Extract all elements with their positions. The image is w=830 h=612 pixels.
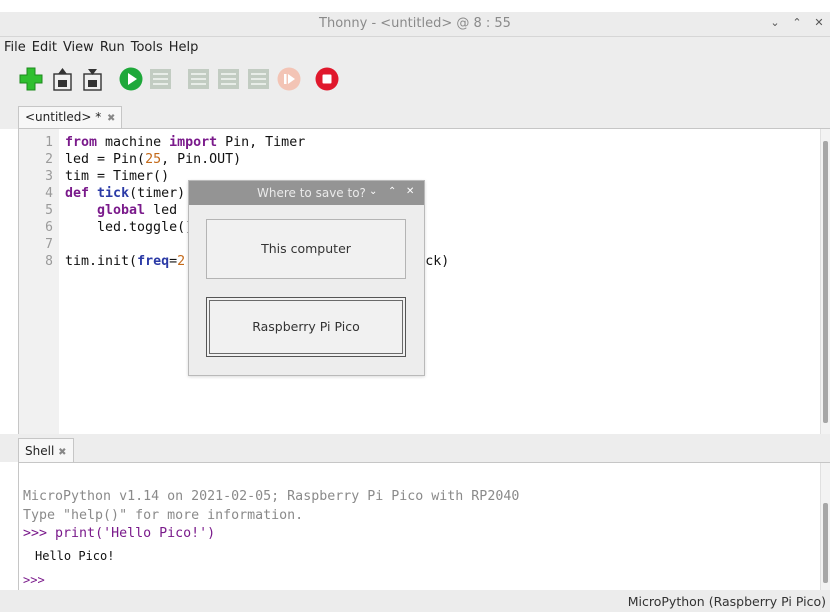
- debug-icon[interactable]: [148, 66, 174, 92]
- step-over-icon[interactable]: [186, 66, 212, 92]
- line-number: 4: [45, 186, 53, 201]
- stop-icon[interactable]: [314, 66, 340, 92]
- shell-tabbar: [0, 434, 830, 462]
- resume-icon[interactable]: [276, 66, 302, 92]
- save-file-icon[interactable]: [80, 66, 106, 92]
- shell-help-hint: Type "help()" for more information.: [23, 508, 304, 523]
- tab-close-icon[interactable]: ✖: [107, 113, 115, 124]
- code-line: led = Pin(25, Pin.OUT): [65, 152, 242, 167]
- shell-tab-close-icon[interactable]: ✖: [58, 447, 66, 458]
- this-computer-button[interactable]: This computer: [206, 219, 406, 279]
- code-line: led.toggle(): [65, 220, 194, 235]
- code-line: tim = Timer(): [65, 169, 170, 184]
- step-out-icon[interactable]: [246, 66, 272, 92]
- dialog-close-button[interactable]: ✕: [406, 186, 414, 197]
- line-number: 8: [45, 254, 53, 269]
- window-titlebar[interactable]: Thonny - <untitled> @ 8 : 55 ⌄ ⌃ ✕: [0, 12, 830, 37]
- shell-scrollbar-thumb[interactable]: [823, 503, 828, 583]
- shell-console[interactable]: MicroPython v1.14 on 2021-02-05; Raspber…: [18, 462, 830, 592]
- dialog-minimize-button[interactable]: ⌄: [369, 186, 377, 197]
- shell-command: print('Hello Pico!'): [47, 526, 216, 541]
- shell-prompt[interactable]: >>>: [23, 573, 45, 587]
- menu-view[interactable]: View: [60, 37, 97, 59]
- close-button[interactable]: ✕: [814, 16, 824, 29]
- new-file-icon[interactable]: [18, 66, 44, 92]
- tab-untitled[interactable]: <untitled> * ✖: [18, 106, 123, 129]
- raspberry-pi-pico-button[interactable]: Raspberry Pi Pico: [206, 297, 406, 357]
- shell-tab-label: Shell: [25, 444, 55, 458]
- editor-tabbar: [0, 103, 830, 129]
- editor-scrollbar[interactable]: [820, 129, 830, 434]
- line-number: 1: [45, 135, 53, 150]
- save-location-dialog: Where to save to? ⌄ ⌃ ✕ This computer Ra…: [188, 180, 425, 376]
- menu-bar: File Edit View Run Tools Help: [0, 37, 830, 59]
- minimize-button[interactable]: ⌄: [770, 16, 780, 29]
- code-line: global led: [97, 203, 178, 218]
- shell-prompt: >>>: [23, 526, 48, 541]
- menu-help[interactable]: Help: [166, 37, 202, 59]
- tab-shell[interactable]: Shell ✖: [18, 438, 74, 463]
- run-icon[interactable]: [118, 66, 144, 92]
- code-line: from machine import Pin, Timer: [65, 135, 306, 150]
- menu-run[interactable]: Run: [97, 37, 128, 59]
- dialog-maximize-button[interactable]: ⌃: [388, 186, 396, 197]
- status-bar: MicroPython (Raspberry Pi Pico): [0, 590, 830, 612]
- shell-banner: MicroPython v1.14 on 2021-02-05; Raspber…: [23, 489, 520, 504]
- menu-tools[interactable]: Tools: [128, 37, 166, 59]
- line-number: 5: [45, 203, 53, 218]
- line-number: 2: [45, 152, 53, 167]
- open-file-icon[interactable]: [50, 66, 76, 92]
- line-number-gutter: 1 2 3 4 5 6 7 8: [19, 129, 59, 434]
- line-number: 3: [45, 169, 53, 184]
- shell-output: Hello Pico!: [35, 549, 115, 563]
- menu-edit[interactable]: Edit: [29, 37, 60, 59]
- line-number: 6: [45, 220, 53, 235]
- maximize-button[interactable]: ⌃: [792, 16, 802, 29]
- tab-label: <untitled> *: [25, 110, 102, 124]
- step-into-icon[interactable]: [216, 66, 242, 92]
- desktop-strip: [0, 0, 830, 12]
- shell-scrollbar[interactable]: [820, 463, 830, 591]
- menu-file[interactable]: File: [0, 37, 29, 59]
- line-number: 7: [45, 237, 53, 252]
- shell-command-line: >>> print('Hello Pico!'): [23, 526, 215, 541]
- dialog-titlebar[interactable]: Where to save to? ⌄ ⌃ ✕: [189, 181, 424, 205]
- window-title: Thonny - <untitled> @ 8 : 55: [319, 16, 511, 31]
- dialog-title: Where to save to?: [257, 186, 366, 200]
- editor-scrollbar-thumb[interactable]: [823, 141, 828, 423]
- interpreter-selector[interactable]: MicroPython (Raspberry Pi Pico): [628, 594, 826, 609]
- code-line: def tick(timer):: [65, 186, 194, 201]
